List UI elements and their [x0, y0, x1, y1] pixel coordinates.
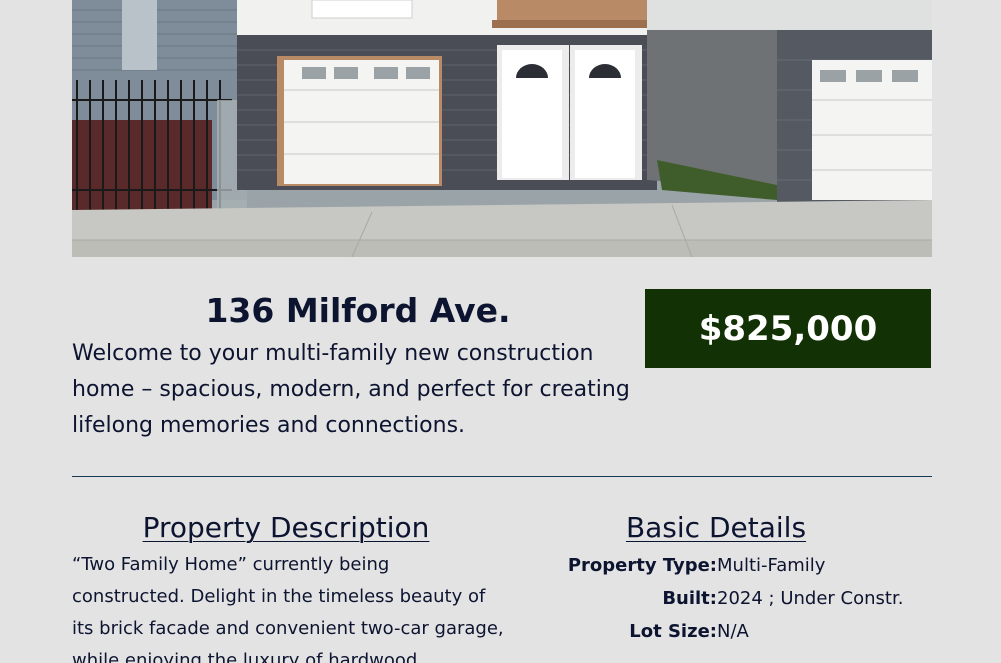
detail-value: N/A [717, 621, 749, 642]
listing-page: 136 Milford Ave. Welcome to your multi-f… [0, 0, 1001, 663]
description-heading: Property Description [142, 511, 430, 544]
detail-label: Property Type: [567, 555, 717, 576]
property-photo [72, 0, 932, 257]
detail-row-built: Built: 2024 ; Under Constr. [500, 582, 932, 615]
detail-value: 2024 ; Under Constr. [717, 588, 904, 609]
detail-value: Multi-Family [717, 555, 826, 576]
detail-row-property-type: Property Type: Multi-Family [500, 549, 932, 582]
property-tagline: Welcome to your multi-family new constru… [72, 341, 630, 438]
price-badge: $825,000 [645, 289, 931, 368]
property-address: 136 Milford Ave. [205, 291, 511, 330]
detail-row-lot-size: Lot Size: N/A [500, 615, 932, 648]
section-divider [72, 476, 932, 477]
price-value: $825,000 [698, 308, 878, 349]
details-heading: Basic Details [625, 511, 807, 544]
detail-label: Built: [662, 588, 717, 609]
detail-label: Lot Size: [629, 621, 717, 642]
description-body: “Two Family Home” currently being constr… [72, 554, 504, 663]
